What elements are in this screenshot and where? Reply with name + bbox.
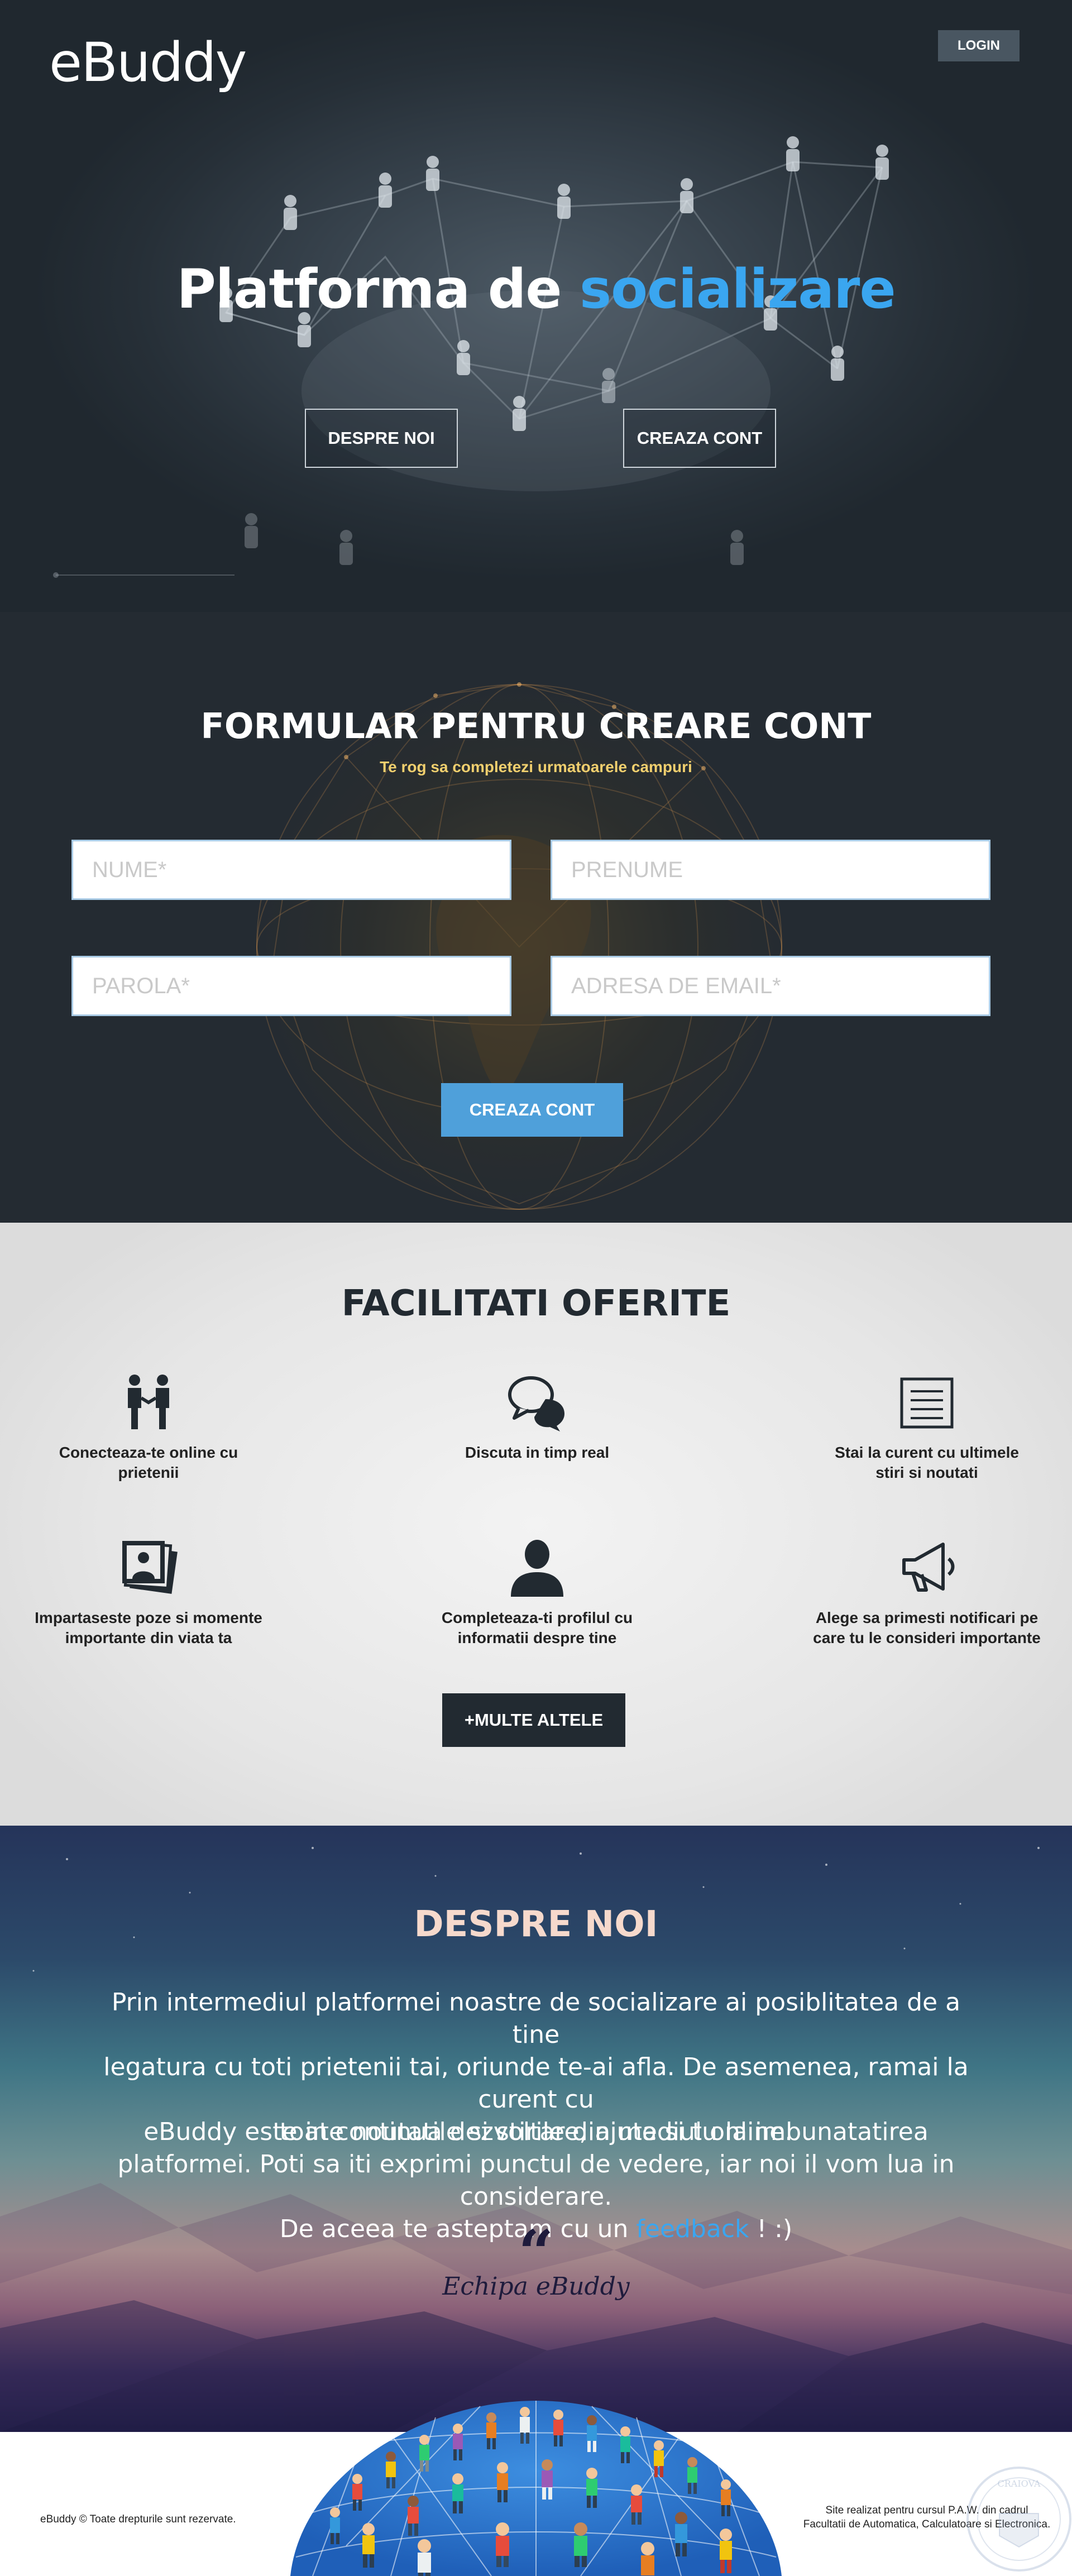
megaphone-icon <box>902 1543 955 1592</box>
team-signature: Echipa eBuddy <box>442 2272 630 2301</box>
about-p2-line1: eBuddy este in continua dezvoltare, ajut… <box>143 2118 929 2146</box>
hero-title: Platforma de socializare <box>0 258 1072 320</box>
feature-item-connect: Conecteaza-te online cu prietenii <box>20 1371 277 1483</box>
feature-label-line1: Discuta in timp real <box>465 1444 610 1461</box>
seal-text: CRAIOVA <box>997 2478 1040 2489</box>
feature-label-line2: informatii despre tine <box>457 1629 617 1646</box>
about-us-button[interactable]: DESPRE NOI <box>305 409 458 468</box>
feature-item-chat: Discuta in timp real <box>409 1371 666 1463</box>
last-name-input[interactable] <box>551 840 990 900</box>
feature-label-line2: importante din viata ta <box>65 1629 232 1646</box>
signup-title: FORMULAR PENTRU CREARE CONT <box>200 706 872 746</box>
photos-icon <box>122 1541 178 1594</box>
create-account-hero-button[interactable]: CREAZA CONT <box>623 409 776 468</box>
university-seal-logo: CRAIOVA <box>966 2467 1071 2572</box>
user-profile-icon <box>511 1540 563 1597</box>
password-input[interactable] <box>71 956 511 1016</box>
features-section: FACILITATI OFERITE Conecteaza-te online … <box>0 1223 1072 1826</box>
about-title: DESPRE NOI <box>414 1904 658 1945</box>
feature-label-line1: Conecteaza-te online cu <box>59 1444 238 1461</box>
hero-title-text: Platforma de <box>176 258 580 320</box>
hero-section: eBuddy LOGIN Platforma de socializare DE… <box>0 0 1072 612</box>
about-p2-line2: platformei. Poti sa iti exprimi punctul … <box>117 2150 955 2211</box>
hero-title-accent: socializare <box>579 258 896 320</box>
first-name-input[interactable] <box>71 840 511 900</box>
feature-label-line2: prietenii <box>118 1464 179 1481</box>
features-title: FACILITATI OFERITE <box>341 1283 731 1324</box>
email-input[interactable] <box>551 956 990 1016</box>
ebuddy-logo[interactable]: eBuddy <box>49 31 247 94</box>
feature-item-profile: Completeaza-ti profilul cu informatii des… <box>409 1536 666 1648</box>
feature-item-notifications: Alege sa primesti notificari pe care tu l… <box>798 1536 1055 1648</box>
feature-label-line2: stiri si noutati <box>875 1464 978 1481</box>
about-section: DESPRE NOI Prin intermediul platformei n… <box>0 1826 1072 2432</box>
feature-label-line1: Completeaza-ti profilul cu <box>441 1609 633 1626</box>
signup-subtitle: Te rog sa completezi urmatoarele campuri <box>380 758 692 775</box>
feature-label-line1: Stai la curent cu ultimele <box>835 1444 1019 1461</box>
about-p1-line2: legatura cu toti prietenii tai, oriunde … <box>103 2053 969 2114</box>
people-on-globe-illustration <box>290 2401 782 2576</box>
feature-item-news: Stai la curent cu ultimele stiri si nouta… <box>798 1371 1055 1483</box>
chat-bubbles-icon <box>508 1376 564 1431</box>
feature-label-line1: Alege sa primesti notificari pe <box>815 1609 1038 1626</box>
feature-label-line1: Impartaseste poze si momente <box>35 1609 262 1626</box>
feature-label-line2: care tu le consideri importante <box>813 1629 1041 1646</box>
more-features-button[interactable]: +MULTE ALTELE <box>442 1693 625 1747</box>
create-account-submit-button[interactable]: CREAZA CONT <box>441 1083 623 1137</box>
signup-section: FORMULAR PENTRU CREARE CONT Te rog sa co… <box>0 612 1072 1223</box>
feature-item-photos: Impartaseste poze si momente importante d… <box>20 1536 277 1648</box>
news-icon <box>900 1377 954 1429</box>
people-icon <box>128 1375 169 1429</box>
login-button[interactable]: LOGIN <box>938 30 1020 61</box>
about-p1-line1: Prin intermediul platformei noastre de s… <box>111 1988 961 2049</box>
